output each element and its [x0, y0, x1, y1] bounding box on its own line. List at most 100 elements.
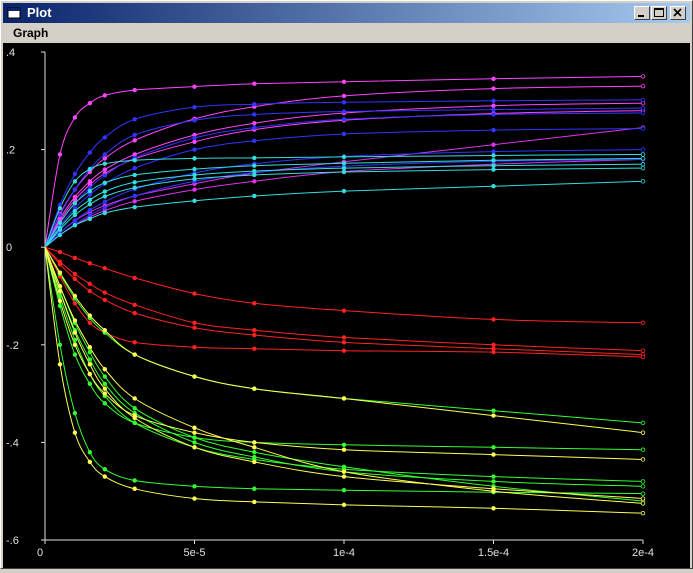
data-point — [640, 97, 646, 103]
data-point — [341, 79, 347, 84]
x-tick-label: 2e-4 — [632, 547, 654, 559]
data-point — [252, 486, 257, 491]
data-point — [87, 188, 93, 194]
data-point — [252, 163, 257, 168]
close-button[interactable] — [670, 6, 686, 20]
data-point — [57, 293, 63, 299]
data-point — [192, 118, 197, 123]
data-point — [87, 202, 93, 207]
data-point — [252, 327, 257, 333]
data-point — [72, 115, 78, 120]
data-point — [102, 467, 107, 472]
data-point — [192, 320, 197, 326]
data-point — [192, 104, 197, 110]
data-point — [87, 216, 93, 222]
series-line-27 — [44, 246, 644, 434]
x-tick-label: 1e-4 — [333, 547, 355, 559]
data-point — [252, 386, 257, 391]
data-point — [341, 442, 347, 448]
data-point — [640, 126, 646, 131]
data-point — [252, 454, 257, 460]
data-point — [102, 93, 107, 98]
data-point — [102, 152, 107, 157]
x-tick-label: 5e-5 — [183, 547, 205, 559]
data-point — [252, 179, 257, 184]
data-point — [491, 452, 496, 457]
data-point — [491, 474, 496, 479]
data-point — [102, 374, 107, 379]
data-point — [192, 176, 197, 182]
data-point — [57, 288, 63, 294]
data-point — [192, 172, 197, 178]
y-tick-label: .4 — [6, 47, 15, 59]
minimize-button[interactable] — [634, 6, 650, 20]
data-point — [252, 499, 257, 505]
data-point — [192, 166, 197, 172]
data-point — [341, 165, 347, 171]
data-point — [102, 381, 107, 387]
data-point — [341, 469, 347, 474]
data-point — [192, 139, 197, 144]
data-point — [132, 275, 137, 281]
data-point — [72, 212, 78, 218]
data-point — [341, 117, 347, 122]
data-point — [341, 396, 347, 401]
data-point — [341, 340, 347, 345]
chart-svg: 0 5e-5 1e-4 1.5e-4 2e-4 .4 .2 0 -.2 -.4 -.6 — [6, 47, 654, 559]
data-point — [640, 105, 646, 111]
data-point — [87, 362, 93, 367]
data-point — [491, 167, 496, 172]
data-point — [491, 86, 496, 91]
data-point — [640, 165, 646, 171]
data-point — [640, 430, 646, 435]
data-point — [102, 265, 107, 271]
data-point — [57, 270, 63, 275]
data-point — [252, 81, 257, 86]
data-point — [132, 165, 137, 171]
data-point — [491, 349, 496, 355]
data-point — [132, 486, 137, 491]
data-point — [102, 189, 107, 194]
data-point — [132, 302, 137, 307]
data-point — [102, 297, 107, 303]
data-point — [102, 290, 107, 295]
menu-graph[interactable]: Graph — [13, 26, 48, 40]
data-point — [640, 110, 646, 116]
menu-bar: Graph — [3, 24, 690, 43]
data-point — [252, 459, 257, 465]
data-point — [252, 445, 257, 450]
data-point — [132, 138, 137, 143]
data-point — [72, 208, 78, 214]
data-point — [132, 132, 137, 138]
data-point — [192, 445, 197, 450]
data-point — [192, 325, 197, 330]
data-point — [491, 183, 496, 189]
data-point — [72, 330, 78, 335]
data-point — [252, 440, 257, 445]
data-point — [87, 261, 93, 266]
data-point — [252, 332, 257, 338]
data-point — [102, 205, 107, 210]
data-point — [132, 87, 137, 93]
data-point — [491, 342, 496, 347]
data-point — [341, 154, 347, 160]
data-point — [491, 76, 496, 82]
data-point — [132, 172, 137, 178]
data-point — [57, 249, 63, 255]
data-point — [491, 479, 496, 484]
series-markers — [57, 74, 646, 516]
title-bar[interactable]: Plot — [3, 3, 690, 23]
data-point — [341, 188, 347, 194]
data-point — [72, 410, 78, 416]
series-line-18 — [44, 246, 644, 352]
maximize-button[interactable] — [651, 6, 667, 20]
data-point — [72, 187, 78, 192]
data-point — [132, 352, 137, 357]
data-point — [252, 125, 257, 130]
data-point — [491, 142, 496, 147]
data-point — [57, 232, 63, 238]
data-point — [132, 193, 137, 199]
data-point — [640, 348, 646, 353]
data-point — [87, 150, 93, 155]
data-point — [491, 107, 496, 112]
